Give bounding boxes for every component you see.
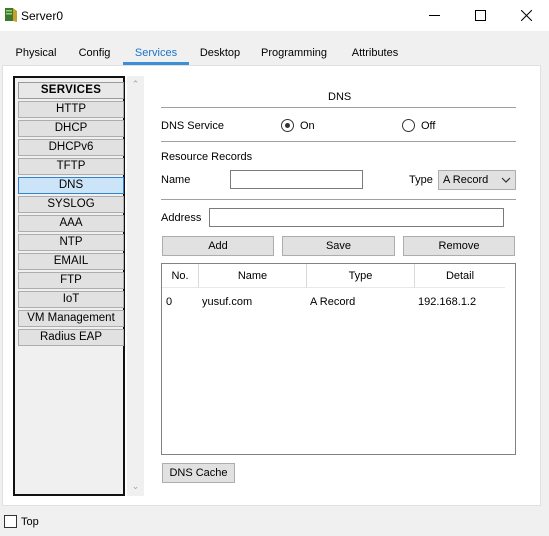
- services-header: SERVICES: [18, 82, 124, 99]
- service-item-syslog[interactable]: SYSLOG: [18, 196, 124, 213]
- address-label: Address: [161, 212, 202, 224]
- maximize-icon: [474, 10, 486, 21]
- tab-programming[interactable]: Programming: [251, 41, 337, 65]
- tab-bar: Physical Config Services Desktop Program…: [0, 41, 413, 65]
- minimize-icon: [428, 15, 440, 16]
- records-table: No. Name Type Detail 0 yusuf.com A Recor…: [161, 263, 516, 455]
- service-item-vm-management[interactable]: VM Management: [18, 310, 124, 327]
- service-item-radius-eap[interactable]: Radius EAP: [18, 329, 124, 346]
- service-item-dns[interactable]: DNS: [18, 177, 124, 194]
- maximize-button[interactable]: [457, 0, 503, 31]
- service-item-dhcpv6[interactable]: DHCPv6: [18, 139, 124, 156]
- service-item-ntp[interactable]: NTP: [18, 234, 124, 251]
- cell-no: 0: [166, 296, 173, 308]
- service-item-iot[interactable]: IoT: [18, 291, 124, 308]
- service-item-ftp[interactable]: FTP: [18, 272, 124, 289]
- scroll-up-icon[interactable]: ⌃: [130, 79, 141, 90]
- close-button[interactable]: [503, 0, 549, 31]
- service-item-http[interactable]: HTTP: [18, 101, 124, 118]
- services-scrollbar[interactable]: ⌃ ⌄: [127, 76, 144, 496]
- save-button[interactable]: Save: [282, 236, 395, 256]
- add-button[interactable]: Add: [162, 236, 274, 256]
- service-item-dhcp[interactable]: DHCP: [18, 120, 124, 137]
- dns-off-radio[interactable]: [402, 119, 415, 132]
- cell-name: yusuf.com: [202, 296, 253, 308]
- service-item-email[interactable]: EMAIL: [18, 253, 124, 270]
- service-item-tftp[interactable]: TFTP: [18, 158, 124, 175]
- server-app-icon: [5, 8, 17, 22]
- type-label: Type: [409, 174, 433, 186]
- radio-selected-dot: [285, 123, 290, 128]
- type-select[interactable]: A Record: [438, 170, 516, 190]
- top-checkbox[interactable]: [4, 515, 17, 528]
- dns-cache-button[interactable]: DNS Cache: [162, 463, 235, 483]
- resource-records-label: Resource Records: [161, 151, 253, 163]
- tab-attributes[interactable]: Attributes: [337, 41, 413, 65]
- cell-type: A Record: [310, 296, 356, 308]
- tab-desktop[interactable]: Desktop: [189, 41, 251, 65]
- column-header-type[interactable]: Type: [307, 264, 415, 288]
- title-bar: Server0: [0, 0, 549, 31]
- chevron-down-icon: [501, 177, 511, 183]
- dns-title: DNS: [328, 91, 352, 103]
- dns-on-label: On: [300, 120, 315, 132]
- dns-on-radio[interactable]: [281, 119, 294, 132]
- tab-physical[interactable]: Physical: [6, 41, 66, 65]
- divider: [161, 199, 516, 200]
- service-item-aaa[interactable]: AAA: [18, 215, 124, 232]
- divider: [161, 141, 516, 142]
- type-select-value: A Record: [443, 174, 489, 186]
- remove-button[interactable]: Remove: [403, 236, 515, 256]
- dns-off-label: Off: [421, 120, 436, 132]
- window-title: Server0: [21, 9, 64, 23]
- name-label: Name: [161, 174, 191, 186]
- dns-service-label: DNS Service: [161, 120, 224, 132]
- cell-detail: 192.168.1.2: [418, 296, 477, 308]
- minimize-button[interactable]: [411, 0, 457, 31]
- name-input[interactable]: [230, 170, 363, 189]
- scroll-down-icon[interactable]: ⌄: [130, 481, 141, 492]
- tab-config[interactable]: Config: [66, 41, 123, 65]
- column-header-detail[interactable]: Detail: [415, 264, 505, 288]
- close-icon: [520, 10, 532, 21]
- address-input[interactable]: [209, 208, 504, 227]
- column-header-name[interactable]: Name: [199, 264, 307, 288]
- column-header-no[interactable]: No.: [162, 264, 199, 288]
- tab-services[interactable]: Services: [123, 41, 189, 65]
- top-label: Top: [21, 516, 39, 528]
- divider: [161, 107, 516, 108]
- services-list: SERVICES HTTP DHCP DHCPv6 TFTP DNS SYSLO…: [13, 76, 125, 496]
